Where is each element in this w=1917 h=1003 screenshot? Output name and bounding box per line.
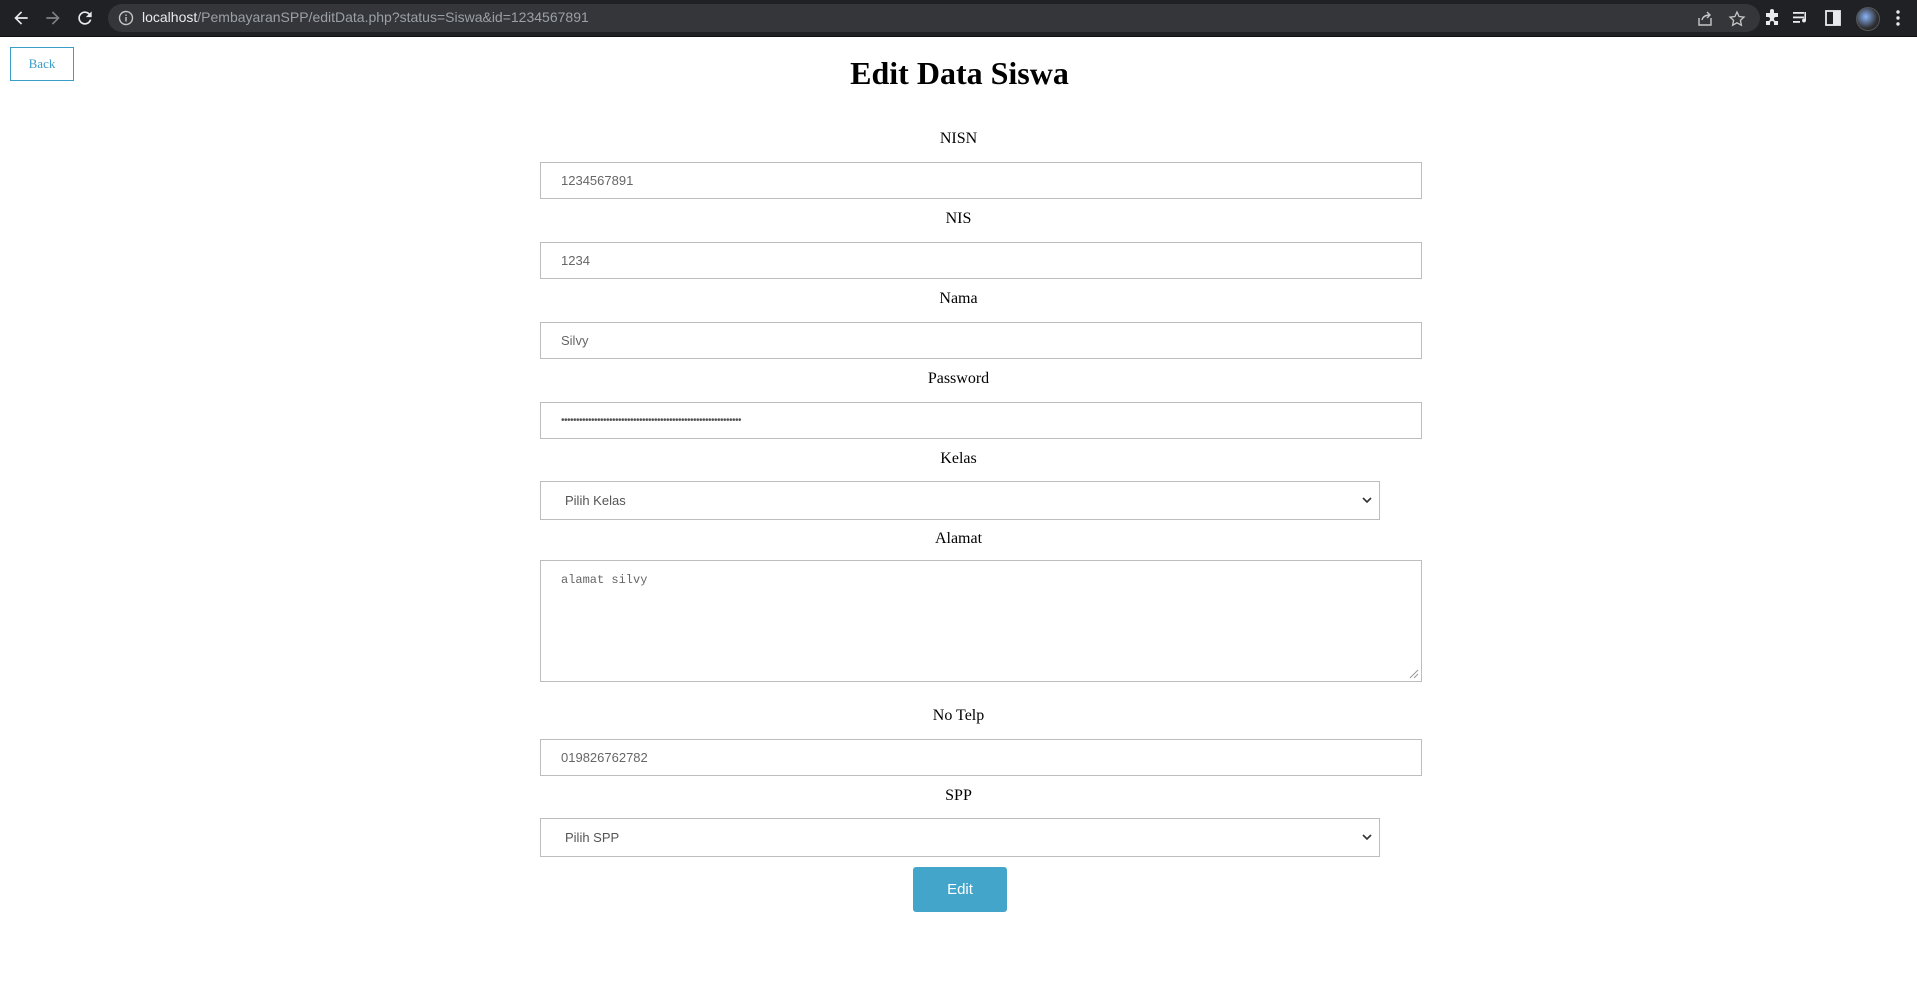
nis-input[interactable]: 1234 xyxy=(540,242,1422,279)
no-telp-input[interactable]: 019826762782 xyxy=(540,739,1422,776)
reload-icon[interactable] xyxy=(73,6,97,30)
spp-label: SPP xyxy=(945,787,972,804)
side-panel-icon[interactable] xyxy=(1823,8,1843,28)
alamat-textarea[interactable]: alamat silvy xyxy=(540,560,1422,682)
nama-label: Nama xyxy=(939,290,978,307)
kelas-label: Kelas xyxy=(940,450,977,467)
password-input[interactable]: ••••••••••••••••••••••••••••••••••••••••… xyxy=(540,402,1422,439)
password-label: Password xyxy=(927,370,990,387)
browser-toolbar: localhost/PembayaranSPP/editData.php?sta… xyxy=(0,0,1917,37)
resize-handle-icon[interactable] xyxy=(1409,669,1419,679)
kelas-selected-value: Pilih Kelas xyxy=(565,493,626,508)
media-queue-icon[interactable] xyxy=(1791,8,1811,28)
extensions-icon[interactable] xyxy=(1762,8,1782,28)
nis-label: NIS xyxy=(945,210,972,227)
chevron-down-icon xyxy=(1362,497,1372,504)
url-text: localhost/PembayaranSPP/editData.php?sta… xyxy=(142,9,589,25)
profile-avatar[interactable] xyxy=(1856,7,1880,31)
forward-arrow-icon[interactable] xyxy=(41,6,65,30)
page-title: Edit Data Siswa xyxy=(850,55,1069,91)
site-info-icon[interactable] xyxy=(118,10,134,26)
alamat-value: alamat silvy xyxy=(561,573,648,587)
bookmark-star-icon[interactable] xyxy=(1728,10,1746,28)
back-arrow-icon[interactable] xyxy=(9,6,33,30)
alamat-label: Alamat xyxy=(934,530,983,547)
edit-submit-button[interactable]: Edit xyxy=(913,867,1007,912)
nisn-label: NISN xyxy=(939,130,978,147)
nama-input[interactable]: Silvy xyxy=(540,322,1422,359)
no-telp-label: No Telp xyxy=(932,707,985,724)
nisn-input[interactable]: 1234567891 xyxy=(540,162,1422,199)
kebab-menu-icon[interactable] xyxy=(1888,8,1908,28)
share-icon[interactable] xyxy=(1696,10,1714,28)
address-bar[interactable]: localhost/PembayaranSPP/editData.php?sta… xyxy=(108,4,1760,32)
kelas-select[interactable]: Pilih Kelas xyxy=(540,481,1380,520)
spp-selected-value: Pilih SPP xyxy=(565,830,620,845)
chevron-down-icon xyxy=(1362,834,1372,841)
spp-select[interactable]: Pilih SPP xyxy=(540,818,1380,857)
